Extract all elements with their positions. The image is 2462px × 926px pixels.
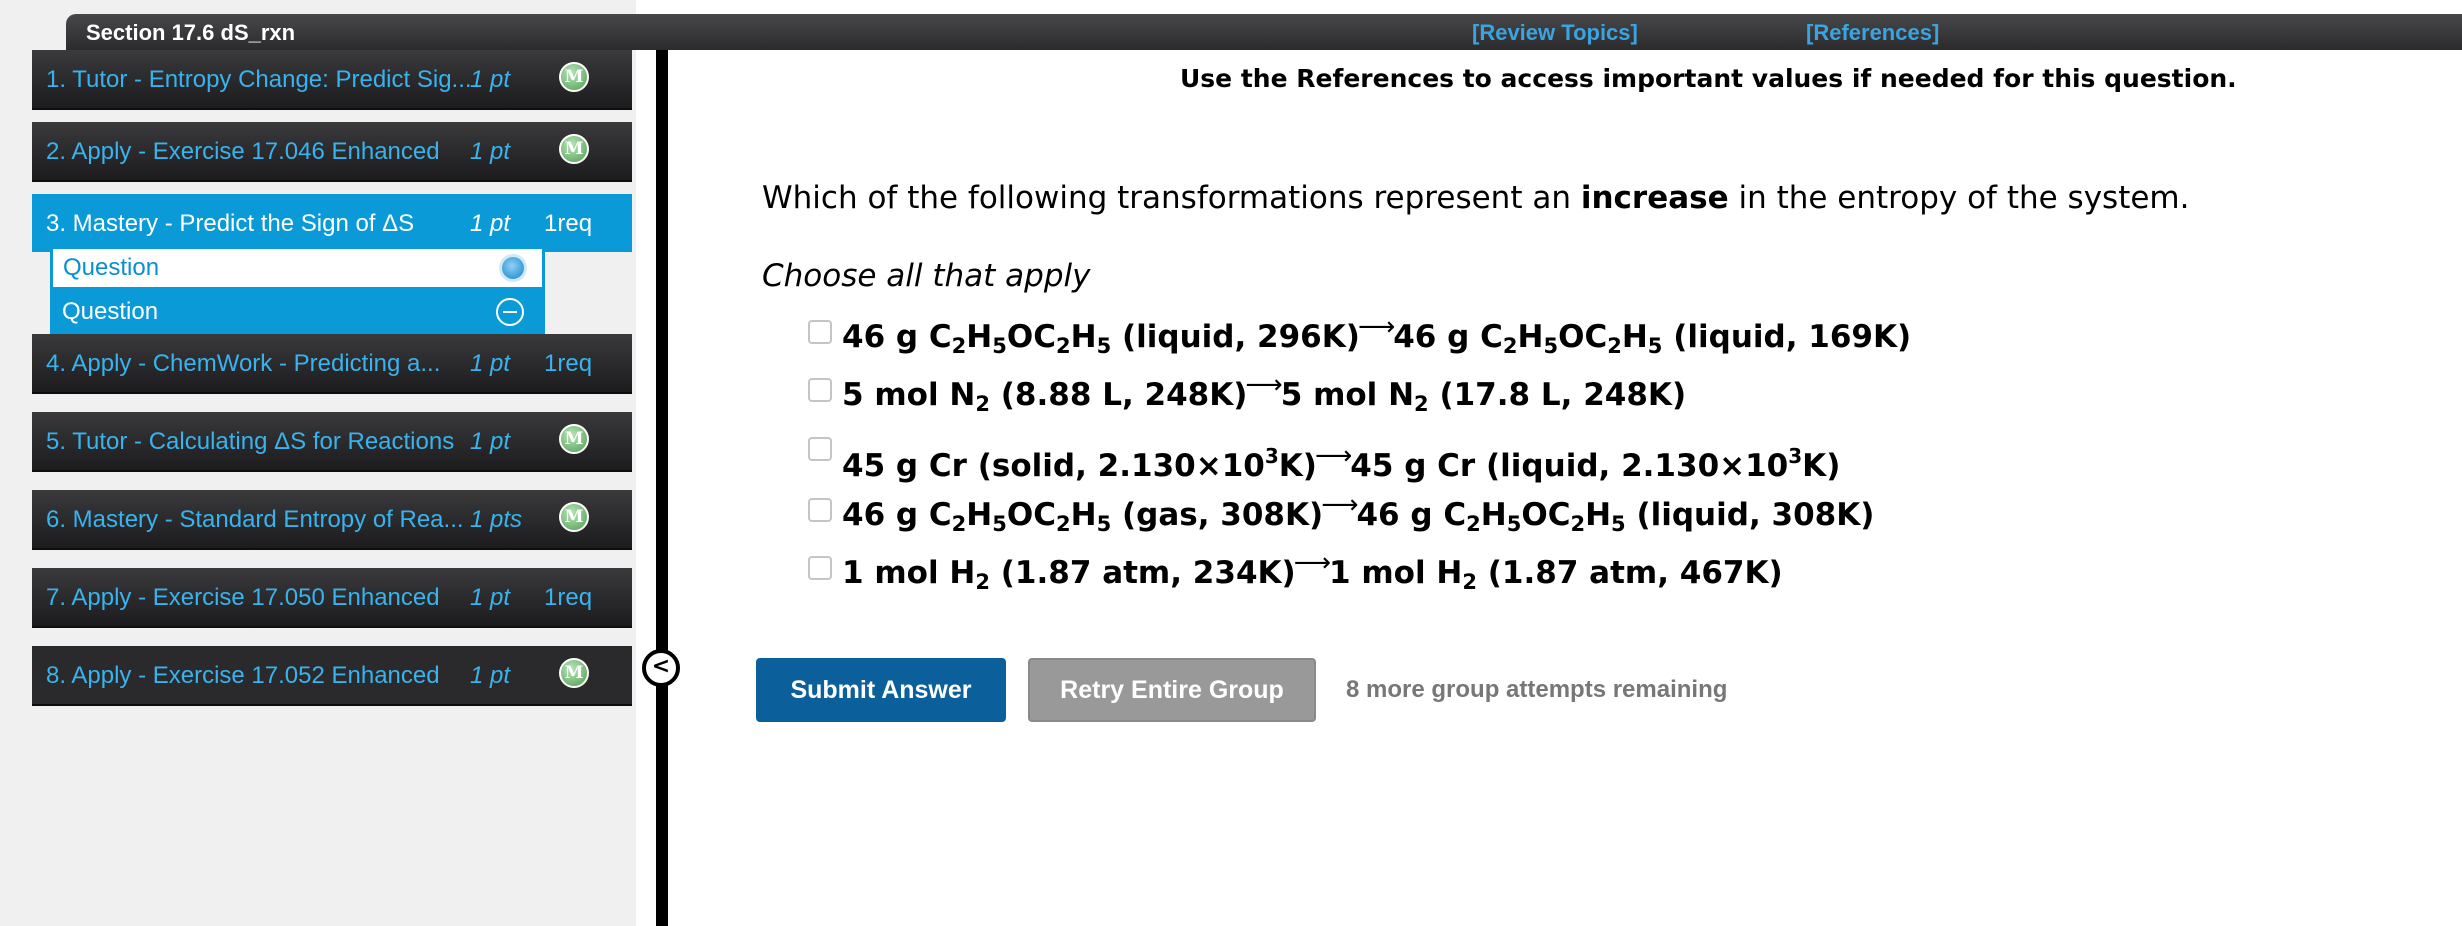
- mastered-icon: M: [559, 502, 589, 532]
- sidebar-item-points: 1 pt: [470, 138, 511, 165]
- sidebar-item-label: 1. Tutor - Entropy Change: Predict Sig..…: [46, 66, 472, 93]
- sidebar-item-points: 1 pt: [470, 210, 511, 237]
- sidebar-item-label: 2. Apply - Exercise 17.046 Enhanced: [46, 138, 440, 165]
- retry-group-button[interactable]: Retry Entire Group: [1028, 658, 1316, 722]
- sub-question-label: Question: [63, 254, 160, 281]
- mastered-icon: M: [559, 424, 589, 454]
- question-text: Which of the following transformations r…: [762, 180, 2189, 216]
- instruction-text: Choose all that apply: [762, 258, 1091, 294]
- submit-answer-button[interactable]: Submit Answer: [756, 658, 1006, 722]
- sidebar-item-3[interactable]: 3. Mastery - Predict the Sign of ΔS 1 pt…: [32, 194, 632, 252]
- question-post: in the entropy of the system.: [1728, 180, 2190, 216]
- sidebar-item-points: 1 pt: [470, 584, 511, 611]
- sidebar-item-points: 1 pts: [470, 506, 523, 533]
- header-bar: Section 17.6 dS_rxn [Review Topics] [Ref…: [66, 14, 2462, 50]
- attempts-remaining: 8 more group attempts remaining: [1346, 676, 1728, 703]
- mastered-icon: M: [559, 658, 589, 688]
- sidebar-item-2[interactable]: 2. Apply - Exercise 17.046 Enhanced 1 pt…: [32, 122, 632, 182]
- answer-checkbox[interactable]: [808, 556, 832, 580]
- answer-text: 45 g Cr (solid, 2.130×103K)⟶45 g Cr (liq…: [842, 441, 1841, 484]
- sidebar-item-1[interactable]: 1. Tutor - Entropy Change: Predict Sig..…: [32, 50, 632, 110]
- section-title: Section 17.6 dS_rxn: [86, 20, 296, 45]
- question-emphasis: increase: [1580, 180, 1729, 216]
- sidebar-item-req: 1req: [544, 210, 593, 237]
- status-circle-icon: [499, 254, 527, 282]
- reaction-arrow-icon: ⟶: [1321, 490, 1359, 520]
- sidebar-item-label: 3. Mastery - Predict the Sign of ΔS: [46, 210, 415, 237]
- sidebar-item-label: 4. Apply - ChemWork - Predicting a...: [46, 350, 441, 377]
- answer-checkbox[interactable]: [808, 437, 832, 461]
- question-pre: Which of the following transformations r…: [762, 180, 1581, 216]
- status-minus-icon: [496, 298, 524, 326]
- answer-text: 46 g C2H5OC2H5 (gas, 308K)⟶46 g C2H5OC2H…: [842, 490, 1875, 536]
- mastered-icon: M: [559, 134, 589, 164]
- sidebar-item-5[interactable]: 5. Tutor - Calculating ΔS for Reactions …: [32, 412, 632, 472]
- answer-checkbox[interactable]: [808, 378, 832, 402]
- reaction-arrow-icon: ⟶: [1293, 548, 1331, 578]
- sidebar-item-4[interactable]: 4. Apply - ChemWork - Predicting a... 1 …: [32, 334, 632, 394]
- answer-text: 5 mol N2 (8.88 L, 248K)⟶5 mol N2 (17.8 L…: [842, 370, 1687, 416]
- sidebar-item-6[interactable]: 6. Mastery - Standard Entropy of Rea... …: [32, 490, 632, 550]
- sidebar-item-req: 1req: [544, 350, 593, 377]
- sub-question-2[interactable]: Question: [50, 290, 545, 334]
- sidebar-item-label: 6. Mastery - Standard Entropy of Rea...: [46, 506, 464, 533]
- sidebar-item-label: 8. Apply - Exercise 17.052 Enhanced: [46, 662, 440, 689]
- sidebar-item-points: 1 pt: [470, 350, 511, 377]
- sidebar-item-7[interactable]: 7. Apply - Exercise 17.050 Enhanced 1 pt…: [32, 568, 632, 628]
- reaction-arrow-icon: ⟶: [1245, 370, 1283, 400]
- reaction-arrow-icon: ⟶: [1357, 312, 1396, 342]
- sidebar-item-label: 7. Apply - Exercise 17.050 Enhanced: [46, 584, 440, 611]
- sidebar-item-label: 5. Tutor - Calculating ΔS for Reactions: [46, 428, 455, 455]
- references-link[interactable]: [References]: [1806, 20, 1939, 46]
- answer-text: 46 g C2H5OC2H5 (liquid, 296K)⟶46 g C2H5O…: [842, 312, 1912, 358]
- answer-text: 1 mol H2 (1.87 atm, 234K)⟶1 mol H2 (1.87…: [842, 548, 1783, 594]
- references-note: Use the References to access important v…: [1180, 64, 2237, 93]
- sub-question-label: Question: [62, 298, 159, 325]
- answer-checkbox[interactable]: [808, 498, 832, 522]
- sidebar-item-points: 1 pt: [470, 66, 511, 93]
- sidebar-item-points: 1 pt: [470, 662, 511, 689]
- sidebar-divider[interactable]: [656, 50, 668, 926]
- answer-checkbox[interactable]: [808, 320, 832, 344]
- app-window: Section 17.6 dS_rxn [Review Topics] [Ref…: [0, 0, 2462, 926]
- collapse-sidebar-icon[interactable]: <: [642, 649, 680, 687]
- sidebar-item-8[interactable]: 8. Apply - Exercise 17.052 Enhanced 1 pt…: [32, 646, 632, 706]
- sidebar-item-req: 1req: [544, 584, 593, 611]
- sidebar-item-points: 1 pt: [470, 428, 511, 455]
- sub-question-1[interactable]: Question: [50, 246, 545, 290]
- mastered-icon: M: [559, 62, 589, 92]
- review-topics-link[interactable]: [Review Topics]: [1472, 20, 1638, 46]
- reaction-arrow-icon: ⟶: [1314, 441, 1353, 471]
